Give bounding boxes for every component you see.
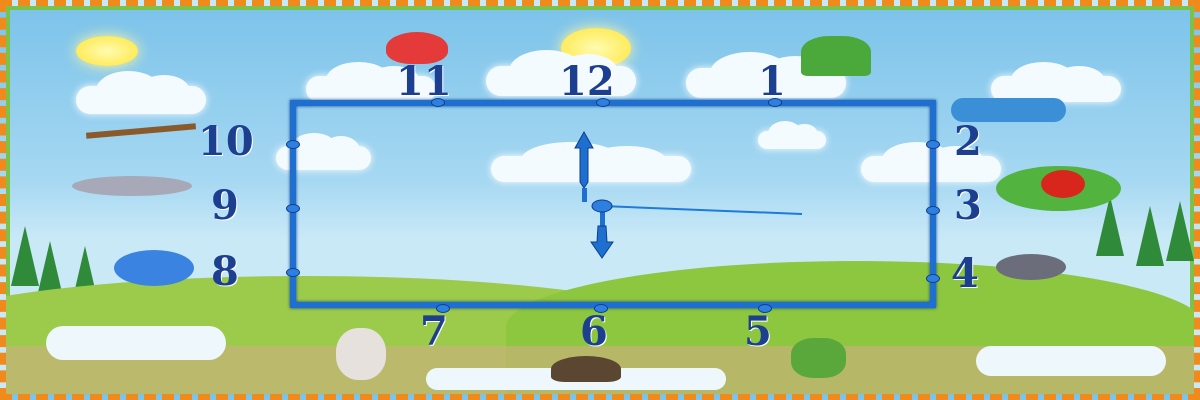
minute-hand bbox=[590, 225, 614, 259]
clock-scene: 12 1 2 3 4 5 6 7 8 9 10 11 bbox=[0, 0, 1200, 400]
second-hand bbox=[601, 205, 803, 215]
clock-hands bbox=[574, 130, 803, 259]
hand-joint bbox=[582, 188, 587, 202]
clock-center-pin bbox=[591, 199, 613, 213]
hour-hand bbox=[574, 130, 594, 189]
